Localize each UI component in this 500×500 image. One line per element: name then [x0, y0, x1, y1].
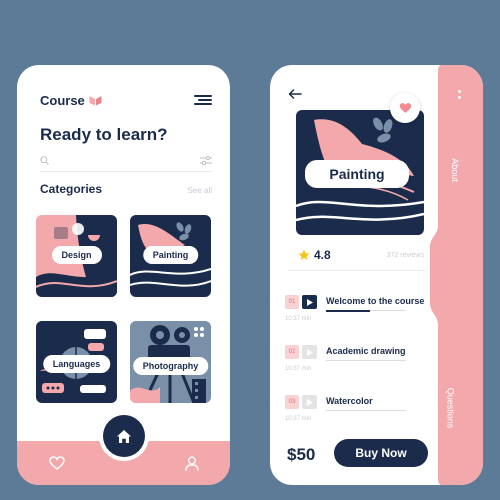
menu-icon[interactable] — [194, 95, 212, 105]
course-cover: Painting — [296, 110, 424, 235]
app-brand[interactable]: Course — [40, 93, 102, 108]
rating-value: 4.8 — [314, 248, 331, 262]
home-icon — [117, 429, 131, 443]
categories-title: Categories — [40, 182, 103, 196]
page-title: Ready to learn? — [40, 125, 168, 144]
search-input[interactable] — [55, 155, 185, 165]
buy-now-button[interactable]: Buy Now — [334, 439, 428, 467]
user-icon[interactable] — [185, 456, 199, 471]
course-price: $50 — [287, 445, 316, 464]
cover-title: Painting — [305, 160, 409, 188]
search-underline — [40, 171, 212, 172]
tab-questions[interactable]: Questions — [445, 388, 455, 429]
home-header: Course — [40, 92, 212, 108]
book-icon — [89, 95, 102, 105]
search-icon — [40, 155, 49, 165]
category-tile-languages[interactable]: Languages — [36, 321, 117, 403]
lesson-progress — [326, 309, 406, 312]
home-button-ring — [99, 411, 149, 461]
lesson-duration: 10:37 min — [285, 316, 312, 322]
course-screen: About Lessons Questions Painting 4.8 372… — [270, 65, 483, 485]
back-arrow-icon[interactable] — [288, 89, 302, 99]
play-icon — [306, 298, 313, 306]
app-name: Course — [40, 92, 85, 108]
tab-about[interactable]: About — [450, 158, 460, 182]
filter-icon[interactable] — [200, 155, 212, 165]
star-icon — [298, 249, 310, 260]
favorite-button[interactable] — [390, 93, 420, 123]
lesson-item[interactable]: 03 Watercolor 10:37 min — [285, 395, 435, 427]
play-button[interactable] — [302, 395, 317, 409]
play-icon — [306, 348, 313, 356]
categories-header: Categories See all — [40, 182, 212, 196]
category-label-photography: Photography — [132, 357, 209, 375]
lesson-number: 01 — [285, 295, 299, 309]
lesson-title: Watercolor — [326, 396, 373, 406]
tab-lessons[interactable]: Lessons — [446, 274, 456, 308]
lesson-number: 03 — [285, 395, 299, 409]
heart-icon — [399, 103, 411, 113]
category-tile-design[interactable]: Design — [36, 215, 117, 297]
lesson-title: Academic drawing — [326, 346, 406, 356]
home-button[interactable] — [103, 415, 145, 457]
divider — [288, 270, 426, 271]
heart-icon[interactable] — [49, 456, 65, 470]
lesson-progress — [326, 410, 406, 411]
rating-row: 4.8 372 reviews — [298, 248, 424, 262]
lesson-progress — [326, 360, 406, 361]
see-all-link[interactable]: See all — [188, 186, 212, 195]
reviews-count: 372 reviews — [386, 251, 424, 259]
search-bar — [40, 153, 212, 167]
category-tile-painting[interactable]: Painting — [130, 215, 211, 297]
more-options-icon[interactable] — [458, 90, 462, 102]
play-button[interactable] — [302, 295, 317, 309]
play-icon — [306, 398, 313, 406]
category-label-languages: Languages — [42, 355, 111, 373]
category-label-painting: Painting — [142, 246, 199, 264]
lesson-item[interactable]: 02 Academic drawing 10:37 min — [285, 345, 435, 377]
lesson-duration: 10:37 min — [285, 366, 312, 372]
lesson-number: 02 — [285, 345, 299, 359]
home-screen: Course Ready to learn? Categories See al… — [17, 65, 230, 485]
lesson-title: Welcome to the course — [326, 296, 425, 306]
category-label-design: Design — [51, 246, 102, 264]
lesson-duration: 10:37 min — [285, 416, 312, 422]
side-tab-panel — [430, 65, 483, 485]
category-tile-photography[interactable]: Photography — [130, 321, 211, 403]
play-button[interactable] — [302, 345, 317, 359]
lesson-item[interactable]: 01 Welcome to the course 10:37 min — [285, 295, 435, 327]
